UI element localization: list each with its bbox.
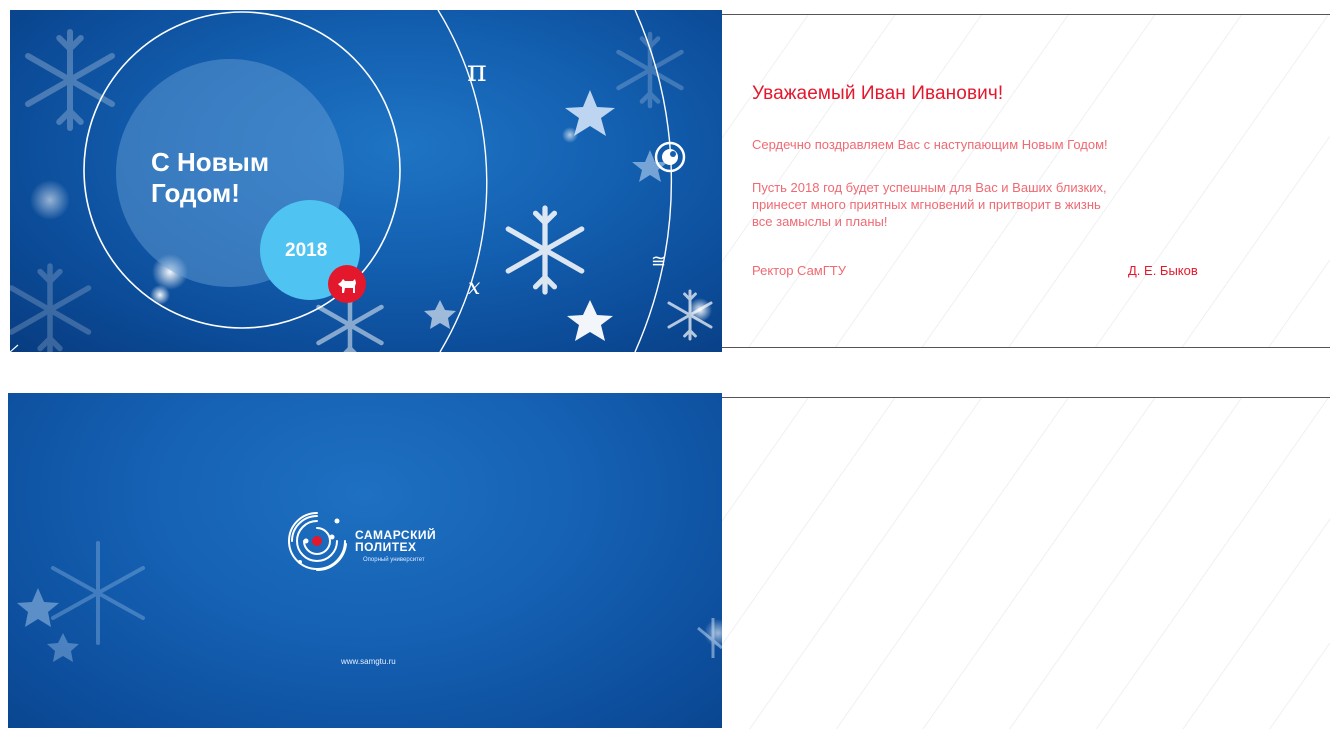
- headline-line1: С Новым: [151, 147, 270, 177]
- pi-symbol: π: [467, 54, 487, 89]
- letter-panel: Уважаемый Иван Иванович! Сердечно поздра…: [722, 14, 1330, 348]
- logo-mark: [288, 512, 347, 572]
- letter-line-1: Сердечно поздравляем Вас с наступающим Н…: [752, 137, 1108, 152]
- letter-line-2c: все замыслы и планы!: [752, 214, 888, 229]
- logo-wordmark: САМАРСКИЙ ПОЛИТЕХ: [355, 529, 436, 553]
- headline-line2: Годом!: [151, 178, 240, 208]
- letter-line-2a: Пусть 2018 год будет успешным для Вас и …: [752, 180, 1107, 195]
- signer-title: Ректор СамГТУ: [752, 263, 846, 278]
- letter-line-2b: принесет много приятных мгновений и прит…: [752, 197, 1101, 212]
- logo-line2: ПОЛИТЕХ: [355, 540, 417, 554]
- dog-icon: [338, 279, 356, 293]
- x-symbol: x: [468, 275, 481, 300]
- approx-symbol: ≅: [651, 251, 667, 272]
- salutation: Уважаемый Иван Иванович!: [752, 83, 1004, 104]
- greeting-headline: С Новым Годом!: [151, 147, 269, 209]
- atom-icon: [654, 141, 686, 173]
- logo-tagline: Опорный университет: [363, 557, 425, 563]
- blank-panel: [722, 397, 1330, 729]
- year-label: 2018: [285, 240, 328, 261]
- website-link[interactable]: www.samgtu.ru: [341, 657, 396, 666]
- card-back: САМАРСКИЙ ПОЛИТЕХ Опорный университет ww…: [8, 393, 722, 728]
- card-front: С Новым Годом! 2018 π x ≅: [10, 10, 722, 352]
- letter-paragraph: Пусть 2018 год будет успешным для Вас и …: [752, 179, 1107, 230]
- snowflakes-decoration: [10, 10, 713, 352]
- signer-name: Д. Е. Быков: [1128, 263, 1198, 278]
